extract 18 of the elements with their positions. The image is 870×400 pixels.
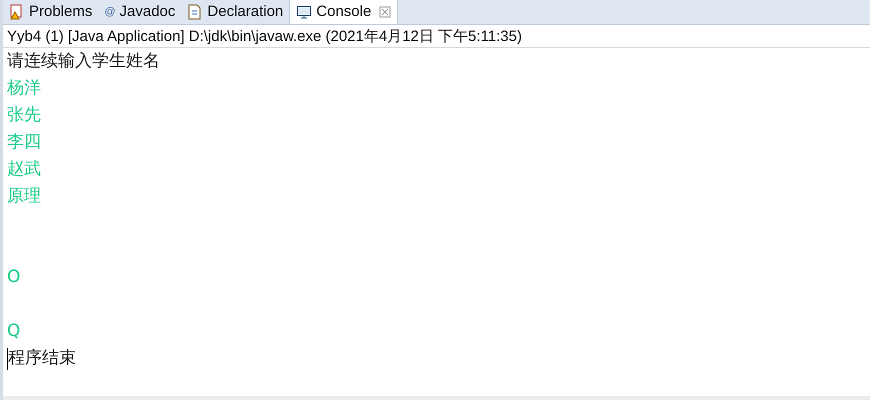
tab[interactable]: @ Javadoc [98,0,182,24]
tab[interactable]: Declaration [181,0,290,24]
tab[interactable]: Problems [3,0,98,24]
console-output-line: 请连续输入学生姓名 [7,50,160,73]
console-output-line: 程序结束 [8,346,76,370]
console-input-line: Q [7,320,20,343]
console-input-line: 李四 [7,130,41,154]
console-input-line: 赵武 [7,158,41,181]
console-input-line: 杨洋 [7,76,41,100]
close-icon[interactable] [379,6,392,18]
document-icon [187,4,204,20]
tab[interactable]: Console [289,0,398,24]
console-input-line: 原理 [7,184,41,208]
console-title: Yyb4 (1) [Java Application] D:\jdk\bin\javaw.exe (2021年4月12日 下午5:11:35) [3,25,870,48]
at-sign-icon: @ [104,6,116,18]
monitor-icon [296,4,312,20]
console-input-line: O [7,266,20,289]
console-input-line: 张先 [7,104,41,127]
